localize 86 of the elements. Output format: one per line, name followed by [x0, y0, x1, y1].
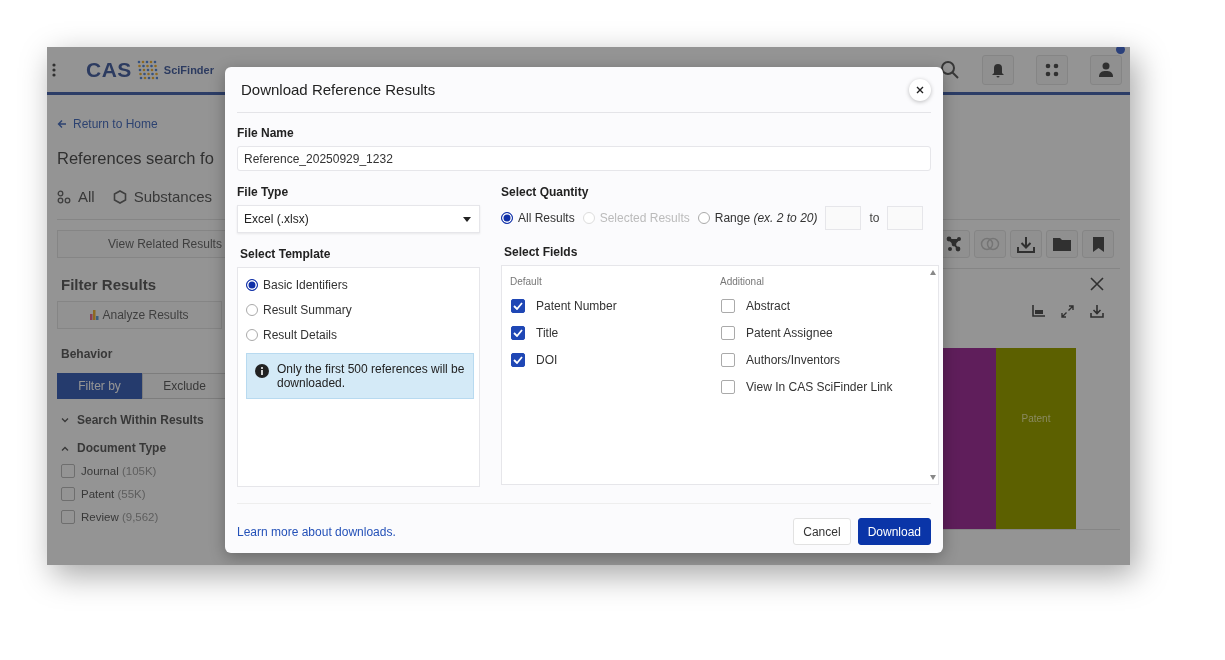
radio-label: Selected Results [599, 211, 690, 225]
rings-icon [980, 237, 1000, 251]
field-label: Select Quantity [501, 185, 590, 199]
behavior-toggle[interactable]: Exclude [142, 373, 227, 399]
group-heading: Additional [720, 276, 765, 287]
checkbox-label: Abstract [746, 299, 790, 313]
field-label: File Type [237, 185, 290, 199]
scroll-down-icon[interactable] [930, 475, 936, 480]
user-icon [1099, 62, 1113, 77]
checkbox[interactable] [721, 380, 735, 394]
range-separator: to [869, 211, 880, 225]
radio-label: Basic Identifiers [263, 278, 348, 292]
hexagon-icon [112, 189, 127, 204]
close-button[interactable] [909, 78, 931, 101]
folder-icon [1053, 237, 1071, 251]
product-name: SciFinder [163, 63, 214, 76]
help-link[interactable]: Learn more about downloads. [237, 524, 396, 539]
close-icon[interactable] [1090, 277, 1104, 291]
checkbox[interactable] [61, 464, 75, 478]
caret-icon [463, 216, 471, 222]
checkbox[interactable] [721, 353, 735, 367]
filter-title: Filter Results [61, 276, 157, 293]
scroll-up-icon[interactable] [930, 270, 936, 275]
bookmark-icon [1092, 236, 1104, 252]
behavior-toggle[interactable]: Filter by [57, 373, 142, 399]
checkbox-label: Patent Assignee [746, 326, 833, 340]
dialog-title: Download Reference Results [241, 81, 436, 98]
analyze-button[interactable]: Analyze Results [57, 301, 222, 329]
radio-button[interactable] [501, 212, 513, 224]
chart-icon[interactable] [1032, 305, 1045, 317]
checkbox[interactable] [511, 326, 525, 340]
radio-button[interactable] [246, 279, 258, 291]
bar-label: Patent [1021, 413, 1051, 424]
checkbox[interactable] [511, 299, 525, 313]
network-icon [946, 236, 962, 252]
checkbox-label: Patent Number [536, 299, 617, 313]
user-button[interactable] [1090, 54, 1122, 85]
dots-logo-icon [135, 58, 158, 81]
behavior-label: Behavior [61, 347, 114, 361]
logo-text: CAS [86, 57, 132, 82]
info-icon [255, 364, 269, 378]
notifications-button[interactable] [982, 54, 1014, 85]
checkbox-label: View In CAS SciFinder Link [746, 380, 893, 394]
radio-label: All Results [518, 211, 575, 225]
return-link[interactable]: Return to Home [73, 117, 158, 131]
download-button[interactable]: Download [857, 518, 931, 545]
checkbox[interactable] [721, 299, 735, 313]
radio-label: Range (ex. 2 to 20) [714, 211, 818, 225]
file-type-select[interactable]: Excel (.xlsx) [237, 205, 480, 233]
bell-icon [991, 61, 1005, 78]
file-name-field[interactable]: Reference_20250929_1232 [237, 146, 931, 171]
checkbox[interactable] [511, 353, 525, 367]
radio-button[interactable] [697, 212, 710, 224]
checkbox-label: Authors/Inventors [746, 353, 841, 367]
field-label: Select Fields [503, 245, 579, 259]
grid-icon [1045, 62, 1059, 77]
field-label: File Name [237, 126, 295, 140]
results-tab[interactable]: All [57, 188, 95, 205]
expand-icon[interactable] [1061, 305, 1074, 318]
checkbox[interactable] [721, 326, 735, 340]
group-heading: Default [510, 276, 543, 287]
back-arrow-icon [57, 119, 67, 129]
download-icon [1017, 235, 1035, 253]
results-tab[interactable]: Substances [112, 188, 213, 205]
apps-button[interactable] [1036, 54, 1068, 85]
close-icon [916, 85, 924, 94]
tab-label: Substances [133, 188, 213, 205]
checkbox-label: Title [536, 326, 559, 340]
radio-label: Result Details [263, 328, 338, 342]
page-title: References search fo [57, 149, 214, 168]
bar-chart-icon [90, 310, 100, 320]
cancel-button[interactable]: Cancel [793, 518, 851, 545]
menu-icon[interactable] [52, 62, 56, 77]
search-icon[interactable] [940, 59, 960, 80]
radio-button[interactable] [246, 304, 258, 316]
shapes-icon [57, 189, 71, 204]
checkbox-label: DOI [536, 353, 558, 367]
tab-label: All [78, 188, 95, 205]
checkbox[interactable] [61, 510, 75, 524]
radio-button[interactable] [246, 329, 258, 341]
download-icon[interactable] [1090, 305, 1104, 318]
checkbox[interactable] [61, 487, 75, 501]
info-text: Only the first 500 references will be downloaded. [277, 362, 465, 390]
radio-label: Result Summary [263, 303, 352, 317]
filter-section[interactable]: Search Within Results [61, 413, 223, 427]
filter-section[interactable]: Document Type [61, 441, 223, 455]
